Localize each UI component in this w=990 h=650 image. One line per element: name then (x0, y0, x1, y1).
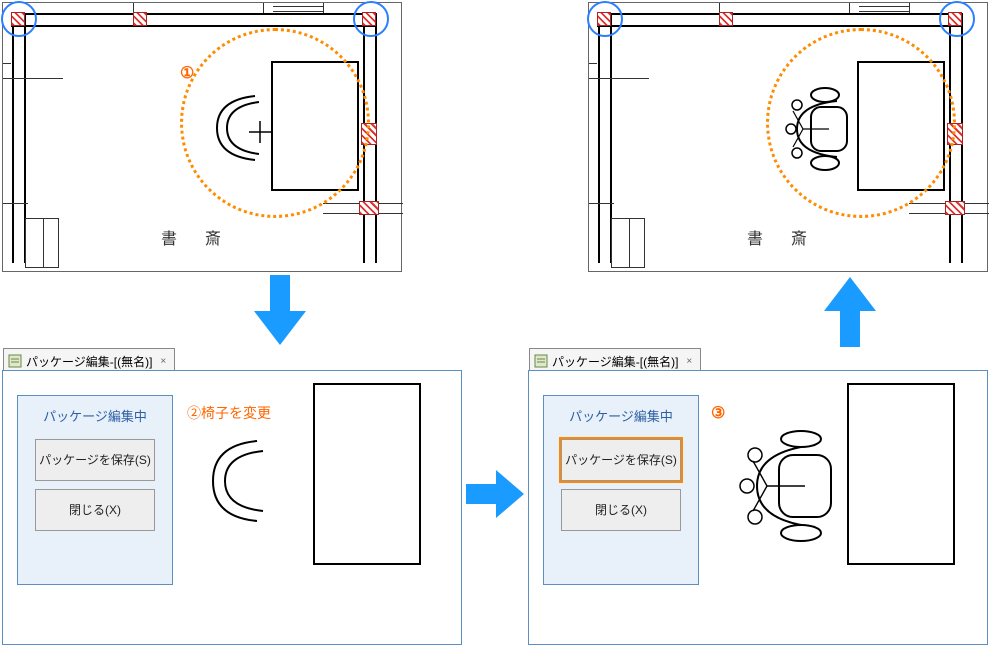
desk (313, 383, 421, 565)
save-package-button[interactable]: パッケージを保存(S) (35, 439, 155, 481)
marker-circle (1, 1, 37, 37)
step-1-label: ① (180, 63, 194, 83)
room-label: 書 斎 (747, 225, 813, 249)
floorplan-before: ① 書 斎 (2, 2, 402, 272)
close-tab-icon[interactable]: × (160, 356, 166, 367)
close-button[interactable]: 閉じる(X) (561, 489, 681, 531)
marker-circle (939, 1, 975, 37)
editor-tab[interactable]: パッケージ編集-[(無名)] × (3, 348, 175, 370)
arrow-right-icon (466, 466, 526, 522)
floorplan-after: 書 斎 (588, 2, 988, 272)
editor-tab-title: パッケージ編集-[(無名)] (552, 353, 678, 370)
package-editor-before: パッケージ編集-[(無名)] × パッケージ編集中 パッケージを保存(S) 閉じ… (2, 370, 462, 645)
selection-highlight-circle (766, 28, 956, 218)
chair-office (729, 421, 847, 551)
editing-title: パッケージ編集中 (18, 396, 172, 431)
package-editor-after: パッケージ編集-[(無名)] × パッケージ編集中 パッケージを保存(S) 閉じ… (528, 370, 988, 645)
close-button[interactable]: 閉じる(X) (35, 489, 155, 531)
save-package-button[interactable]: パッケージを保存(S) (561, 439, 681, 481)
editor-tab-title: パッケージ編集-[(無名)] (26, 353, 152, 370)
step-3-label: ③ (711, 403, 725, 423)
editing-title: パッケージ編集中 (544, 396, 698, 431)
close-tab-icon[interactable]: × (686, 356, 692, 367)
editing-side-panel: パッケージ編集中 パッケージを保存(S) 閉じる(X) (17, 395, 173, 585)
room-label: 書 斎 (161, 225, 227, 249)
step-2-label: ②椅子を変更 (187, 403, 271, 423)
chair-simple (197, 431, 273, 531)
marker-circle (587, 1, 623, 37)
editor-tab-icon (534, 354, 548, 368)
editor-tab-icon (8, 354, 22, 368)
selection-highlight-circle (180, 28, 370, 218)
desk (847, 383, 955, 565)
editing-side-panel: パッケージ編集中 パッケージを保存(S) 閉じる(X) (543, 395, 699, 585)
editor-tab[interactable]: パッケージ編集-[(無名)] × (529, 348, 701, 370)
arrow-up-icon (820, 275, 880, 347)
arrow-down-icon (250, 275, 310, 347)
marker-circle (353, 1, 389, 37)
